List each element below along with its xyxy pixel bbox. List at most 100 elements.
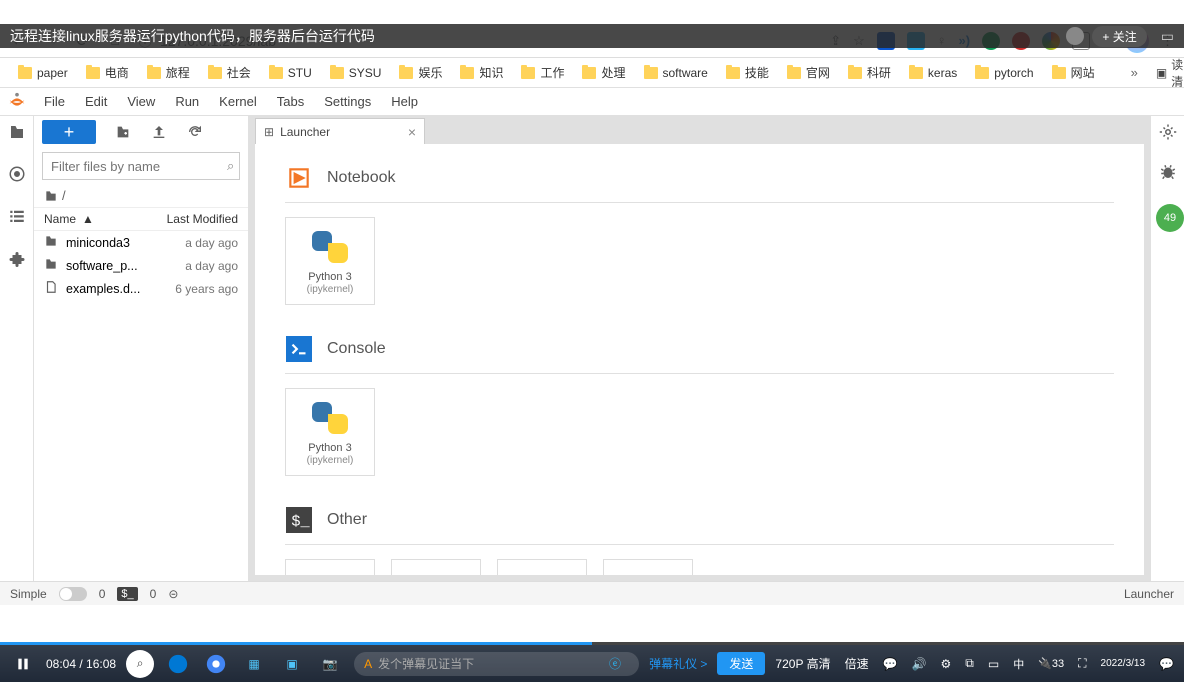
- file-list-header: Name▲ Last Modified: [34, 207, 248, 231]
- folder-icon: [582, 67, 596, 79]
- battery-icon[interactable]: 🔌33: [1038, 657, 1064, 670]
- date-text: 2022/3/13: [1101, 658, 1146, 669]
- bookmarks-bar: paper 电商 旅程 社会 STU SYSU 娱乐 知识 工作 处理 soft…: [0, 58, 1184, 88]
- main-area: ⊞ Launcher × Notebook Python 3: [249, 116, 1150, 581]
- breadcrumb[interactable]: /: [34, 184, 248, 207]
- menu-file[interactable]: File: [34, 88, 75, 115]
- filter-input-field[interactable]: [51, 159, 227, 174]
- bookmark-item[interactable]: 网站: [1052, 64, 1095, 81]
- volume-icon[interactable]: 🔊: [912, 657, 927, 671]
- bookmark-item[interactable]: STU: [269, 66, 312, 80]
- taskbar-edge-icon[interactable]: [164, 650, 192, 678]
- debugger-icon[interactable]: [1158, 162, 1178, 182]
- notifications-icon[interactable]: 💬: [1159, 657, 1174, 671]
- bookmark-item[interactable]: software: [644, 66, 708, 80]
- menu-edit[interactable]: Edit: [75, 88, 117, 115]
- property-inspector-icon[interactable]: [1158, 122, 1178, 142]
- settings-icon[interactable]: ⚙: [941, 657, 952, 671]
- status-bar: Simple 0 $_ 0 ⊝ Launcher: [0, 581, 1184, 605]
- taskbar-ie-icon[interactable]: ⓔ: [601, 650, 629, 678]
- running-kernels-icon[interactable]: [7, 164, 27, 184]
- bookmark-item[interactable]: 科研: [848, 64, 891, 81]
- floating-badge[interactable]: 49: [1156, 204, 1184, 232]
- wide-icon[interactable]: ▭: [988, 657, 999, 671]
- bookmark-item[interactable]: 旅程: [147, 64, 190, 81]
- taskbar-app-icon[interactable]: ▦: [240, 650, 268, 678]
- tab-launcher[interactable]: ⊞ Launcher ×: [255, 118, 425, 144]
- author-avatar-icon: [1066, 27, 1084, 45]
- bookmark-item[interactable]: 处理: [582, 64, 625, 81]
- danmu-input[interactable]: A 发个弹幕见证当下 ⓔ: [354, 652, 639, 676]
- bookmark-item[interactable]: 工作: [521, 64, 564, 81]
- column-name[interactable]: Name▲: [44, 212, 167, 226]
- new-launcher-button[interactable]: +: [42, 120, 96, 144]
- send-button[interactable]: 发送: [717, 652, 765, 675]
- bookmark-item[interactable]: 知识: [460, 64, 503, 81]
- launcher-card-markdown[interactable]: M: [497, 559, 587, 575]
- menu-kernel[interactable]: Kernel: [209, 88, 267, 115]
- file-browser-icon[interactable]: [7, 122, 27, 142]
- bookmark-item[interactable]: 娱乐: [399, 64, 442, 81]
- bookmark-item[interactable]: 官网: [787, 64, 830, 81]
- launcher-card-context-help[interactable]: [603, 559, 693, 575]
- font-icon[interactable]: A: [364, 657, 372, 671]
- taskbar-search-icon[interactable]: ⌕: [126, 650, 154, 678]
- folder-icon: [44, 257, 60, 274]
- filter-files-input[interactable]: ⌕: [42, 152, 240, 180]
- launcher-section-notebook: Notebook Python 3 (ipykernel): [285, 164, 1114, 305]
- jupyterlab-app: File Edit View Run Kernel Tabs Settings …: [0, 88, 1184, 605]
- reading-list-button[interactable]: ▣ 阅读清单: [1156, 58, 1183, 88]
- python-icon: [310, 227, 350, 267]
- kernels-count: 0: [150, 587, 157, 601]
- pip-icon[interactable]: ⧉: [965, 656, 974, 671]
- bookmarks-overflow-icon[interactable]: »: [1131, 65, 1138, 80]
- launcher-card-terminal[interactable]: $_: [285, 559, 375, 575]
- list-item[interactable]: miniconda3 a day ago: [34, 231, 248, 254]
- bookmark-item[interactable]: paper: [18, 66, 68, 80]
- fullscreen-icon[interactable]: ⛶: [1078, 656, 1086, 671]
- taskbar-app-icon-2[interactable]: ▣: [278, 650, 306, 678]
- taskbar-camera-icon[interactable]: 📷: [316, 650, 344, 678]
- bookmark-item[interactable]: 社会: [208, 64, 251, 81]
- menu-settings[interactable]: Settings: [314, 88, 381, 115]
- bookmark-item[interactable]: keras: [909, 66, 957, 80]
- file-browser-panel: + ⌕ / Name▲ Last Modified miniconda3: [34, 116, 249, 581]
- bookmark-item[interactable]: 电商: [86, 64, 129, 81]
- bookmark-item[interactable]: pytorch: [975, 66, 1033, 80]
- follow-button[interactable]: + 关注: [1092, 26, 1146, 47]
- menu-help[interactable]: Help: [381, 88, 428, 115]
- subtitle-icon[interactable]: 💬: [883, 657, 898, 671]
- launcher-card-text-file[interactable]: [391, 559, 481, 575]
- list-item[interactable]: examples.d... 6 years ago: [34, 277, 248, 300]
- close-tab-icon[interactable]: ×: [408, 124, 416, 140]
- folder-icon: [726, 67, 740, 79]
- menu-run[interactable]: Run: [165, 88, 209, 115]
- new-folder-icon[interactable]: [114, 123, 132, 141]
- folder-icon: [521, 67, 535, 79]
- taskbar-chrome-icon[interactable]: [202, 650, 230, 678]
- list-item[interactable]: software_p... a day ago: [34, 254, 248, 277]
- bookmark-item[interactable]: 技能: [726, 64, 769, 81]
- tab-bar: ⊞ Launcher ×: [249, 116, 1150, 144]
- launcher-card-python3-notebook[interactable]: Python 3 (ipykernel): [285, 217, 375, 305]
- extensions-icon[interactable]: [7, 248, 27, 268]
- bookmark-item[interactable]: SYSU: [330, 66, 382, 80]
- menu-view[interactable]: View: [117, 88, 165, 115]
- menu-tabs[interactable]: Tabs: [267, 88, 314, 115]
- refresh-icon[interactable]: [186, 123, 204, 141]
- column-modified[interactable]: Last Modified: [167, 212, 238, 226]
- file-browser-toolbar: +: [34, 116, 248, 148]
- simple-mode-toggle[interactable]: [59, 587, 87, 601]
- play-pause-button[interactable]: [10, 651, 36, 677]
- kernel-status-icon: $_: [117, 587, 137, 601]
- folder-icon: [18, 67, 32, 79]
- folder-icon: [909, 67, 923, 79]
- launcher-card-python3-console[interactable]: Python 3 (ipykernel): [285, 388, 375, 476]
- collapse-icon[interactable]: ▭: [1161, 28, 1174, 45]
- jupyter-logo[interactable]: [0, 91, 34, 113]
- launcher-tab-icon: ⊞: [264, 125, 274, 139]
- upload-icon[interactable]: [150, 123, 168, 141]
- notebook-section-icon: [285, 164, 313, 192]
- launcher-section-console: Console Python 3 (ipykernel): [285, 335, 1114, 476]
- toc-icon[interactable]: [7, 206, 27, 226]
